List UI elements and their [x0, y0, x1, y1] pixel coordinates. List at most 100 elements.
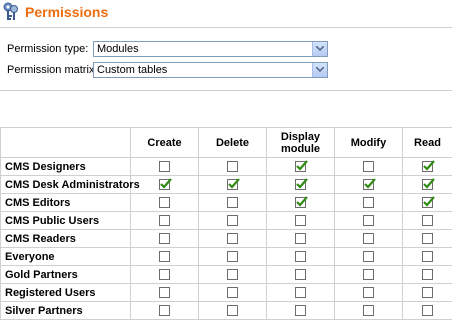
permission-cell — [334, 211, 403, 230]
permission-cell — [198, 157, 267, 176]
permission-checkbox[interactable] — [363, 197, 374, 209]
permission-checkbox[interactable] — [227, 215, 238, 227]
checkmark-icon — [228, 178, 240, 189]
permission-cell — [266, 211, 335, 230]
permission-cell — [198, 247, 267, 266]
permission-cell — [130, 193, 199, 212]
role-name: Gold Partners — [0, 265, 131, 284]
permission-cell — [198, 175, 267, 194]
checkmark-icon — [423, 196, 435, 207]
permission-matrix-value: Custom tables — [97, 64, 168, 76]
permission-checkbox[interactable] — [422, 233, 433, 245]
permission-checkbox[interactable] — [422, 305, 433, 317]
column-header-modify: Modify — [334, 127, 403, 158]
permission-checkbox[interactable] — [422, 269, 433, 281]
permission-cell — [402, 265, 452, 284]
permission-checkbox[interactable] — [363, 233, 374, 245]
permission-cell — [266, 175, 335, 194]
permission-cell — [402, 301, 452, 320]
permission-cell — [198, 193, 267, 212]
permissions-keys-icon — [2, 2, 20, 22]
permission-checkbox[interactable] — [363, 161, 374, 173]
permission-cell — [266, 247, 335, 266]
permission-checkbox[interactable] — [159, 161, 170, 173]
permission-cell — [334, 301, 403, 320]
permission-checkbox[interactable] — [422, 287, 433, 299]
role-name: CMS Editors — [0, 193, 131, 212]
permission-checkbox[interactable] — [159, 287, 170, 299]
permission-checkbox[interactable] — [159, 251, 170, 263]
chevron-down-icon[interactable] — [312, 42, 327, 56]
column-header-delete: Delete — [198, 127, 267, 158]
permission-cell — [130, 211, 199, 230]
permission-cell — [402, 283, 452, 302]
table-row: CMS Public Users — [0, 211, 452, 230]
permission-cell — [198, 229, 267, 248]
permission-checkbox[interactable] — [227, 305, 238, 317]
permission-checkbox[interactable] — [295, 305, 306, 317]
permission-checkbox-checked[interactable] — [422, 196, 435, 209]
role-name: CMS Desk Administrators — [0, 175, 140, 194]
permission-cell — [334, 229, 403, 248]
permission-checkbox[interactable] — [227, 269, 238, 281]
permission-checkbox-checked[interactable] — [422, 178, 435, 191]
permission-checkbox[interactable] — [363, 287, 374, 299]
permission-checkbox-checked[interactable] — [295, 196, 308, 209]
permission-checkbox[interactable] — [295, 215, 306, 227]
permission-matrix-select[interactable]: Custom tables — [93, 62, 328, 78]
permission-matrix-table: Create Delete Display module Modify Read… — [0, 127, 452, 320]
permission-checkbox[interactable] — [227, 161, 238, 173]
permission-checkbox[interactable] — [227, 251, 238, 263]
permission-cell — [130, 301, 199, 320]
permission-type-select[interactable]: Modules — [93, 41, 328, 57]
table-row: Silver Partners — [0, 301, 452, 320]
permission-cell — [198, 283, 267, 302]
permission-cell — [402, 157, 452, 176]
permission-checkbox-checked[interactable] — [295, 160, 308, 173]
chevron-down-icon[interactable] — [312, 63, 327, 77]
permission-checkbox[interactable] — [363, 305, 374, 317]
permission-checkbox[interactable] — [363, 251, 374, 263]
permission-cell — [130, 247, 199, 266]
permission-checkbox-checked[interactable] — [422, 160, 435, 173]
permission-checkbox[interactable] — [295, 251, 306, 263]
permission-checkbox[interactable] — [227, 233, 238, 245]
checkmark-icon — [160, 178, 172, 189]
permission-checkbox[interactable] — [295, 233, 306, 245]
permission-checkbox[interactable] — [422, 215, 433, 227]
page-header: Permissions — [0, 0, 452, 24]
permission-checkbox[interactable] — [159, 269, 170, 281]
permission-checkbox[interactable] — [159, 197, 170, 209]
permission-checkbox-checked[interactable] — [227, 178, 240, 191]
checkmark-icon — [423, 160, 435, 171]
permission-checkbox[interactable] — [295, 287, 306, 299]
table-row: Registered Users — [0, 283, 452, 302]
permission-checkbox[interactable] — [422, 251, 433, 263]
permission-checkbox[interactable] — [159, 215, 170, 227]
permission-checkbox[interactable] — [227, 287, 238, 299]
permission-type-value: Modules — [97, 43, 139, 55]
permission-checkbox-checked[interactable] — [363, 178, 376, 191]
permission-cell — [266, 157, 335, 176]
page-title: Permissions — [25, 4, 109, 20]
permission-checkbox[interactable] — [159, 233, 170, 245]
permission-cell — [334, 247, 403, 266]
permission-cell — [402, 193, 452, 212]
role-name: Silver Partners — [0, 301, 131, 320]
permission-checkbox[interactable] — [159, 305, 170, 317]
checkmark-icon — [296, 196, 308, 207]
permission-cell — [198, 265, 267, 284]
permission-checkbox[interactable] — [227, 197, 238, 209]
permission-checkbox-checked[interactable] — [295, 178, 308, 191]
permission-checkbox[interactable] — [295, 269, 306, 281]
permission-cell — [334, 175, 403, 194]
permission-checkbox[interactable] — [363, 215, 374, 227]
permission-checkbox[interactable] — [363, 269, 374, 281]
permission-checkbox-checked[interactable] — [159, 178, 172, 191]
permission-cell — [266, 193, 335, 212]
permission-cell — [402, 247, 452, 266]
section-divider — [0, 90, 452, 91]
permission-cell — [402, 229, 452, 248]
permission-cell — [334, 265, 403, 284]
checkmark-icon — [296, 160, 308, 171]
